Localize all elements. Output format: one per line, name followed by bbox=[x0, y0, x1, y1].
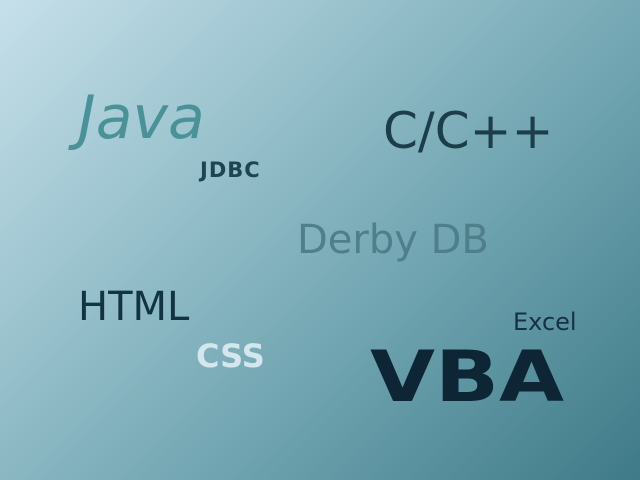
word-java: Java bbox=[78, 83, 205, 153]
word-jdbc: JDBC bbox=[200, 158, 261, 182]
word-html: HTML bbox=[78, 284, 190, 330]
word-css: CSS bbox=[196, 337, 265, 375]
word-c-cpp: C/C++ bbox=[383, 102, 554, 160]
word-vba: VBA bbox=[370, 336, 565, 418]
word-derby-db: Derby DB bbox=[297, 217, 489, 263]
word-excel: Excel bbox=[513, 308, 577, 336]
